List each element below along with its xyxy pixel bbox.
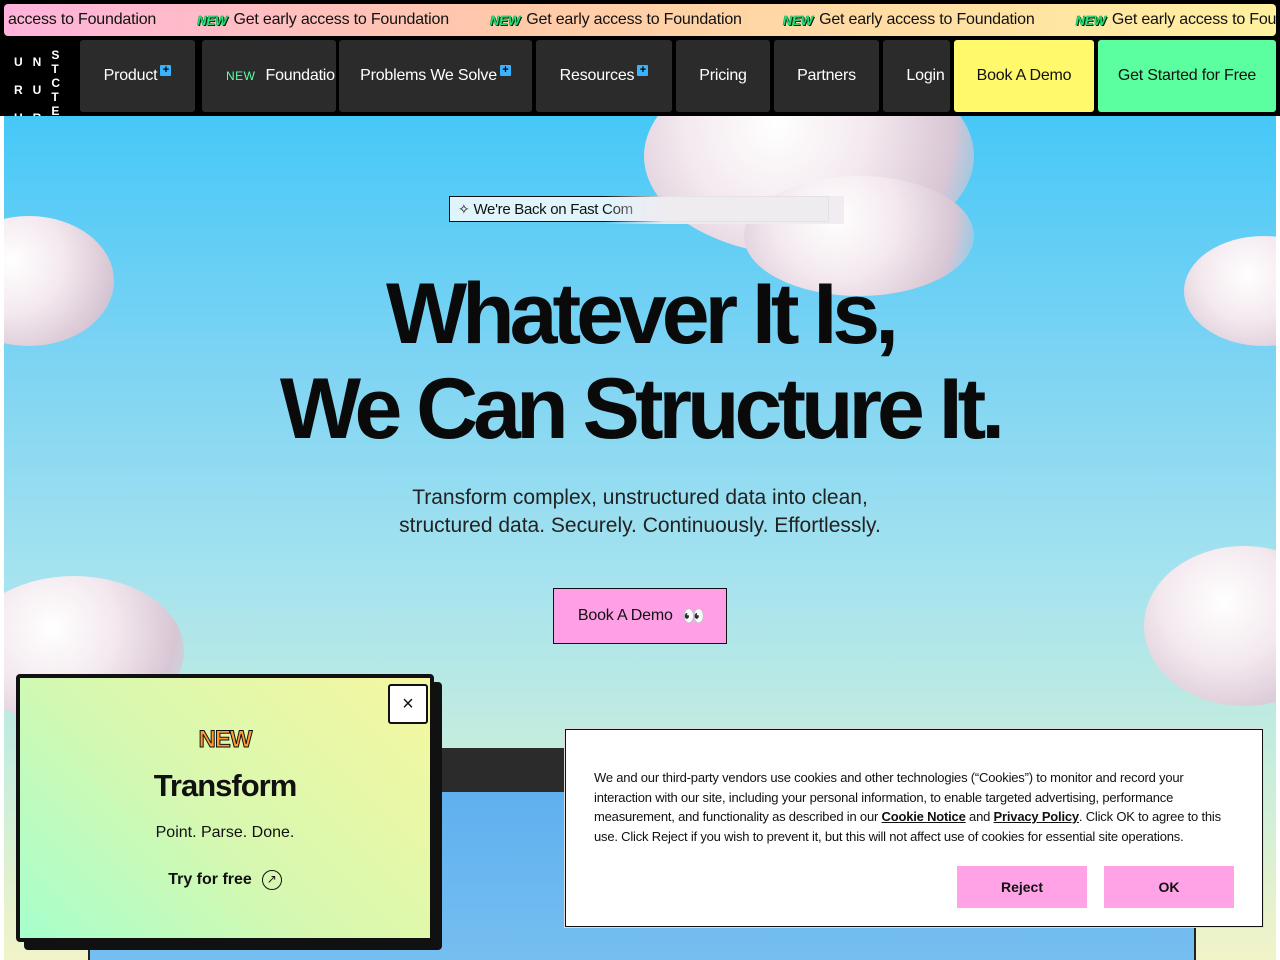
cloud-overlay [604,196,844,224]
logo-letter: R [14,83,25,97]
nav-foundation[interactable]: NEW Foundation [202,40,336,112]
logo-letter: U [32,83,44,97]
cookie-banner: We and our third-party vendors use cooki… [565,729,1263,927]
announcement-ticker[interactable]: access to Foundation NEW Get early access… [0,0,1280,40]
plus-icon: + [637,64,649,76]
logo[interactable]: UNS TRUC TURE D [14,48,70,132]
nav-partners[interactable]: Partners [774,40,879,112]
eyes-icon: 👀 [682,605,705,626]
nav-pricing[interactable]: Pricing [676,40,770,112]
get-started-button[interactable]: Get Started for Free [1098,40,1276,112]
nav-login[interactable]: Login [883,40,950,112]
main-nav: UNS TRUC TURE D Product+ NEWFoundation P… [0,40,1280,132]
cookie-notice-link[interactable]: Cookie Notice [882,809,966,824]
ticker-item[interactable]: NEW Get early access to Foundation [782,11,1035,29]
new-badge: NEW [226,69,256,83]
logo-letter: U [14,55,25,69]
nav-partners-label: Partners [797,67,856,84]
cookie-text-and: and [965,809,994,825]
reject-button[interactable]: Reject [957,866,1087,908]
cloud-image [1144,546,1276,706]
hero-headline-line-1: Whatever It Is, [385,266,899,362]
logo-letter: N [32,55,44,69]
close-icon[interactable]: × [388,684,428,724]
plus-icon: + [499,64,511,76]
nav-product[interactable]: Product + [80,40,195,112]
hero-headline-line-2: We Can Structure It. [279,361,1005,457]
cookie-text: We and our third-party vendors use cooki… [594,768,1234,846]
new-badge: NEW [1075,12,1106,28]
nav-pricing-label: Pricing [699,67,747,84]
ticker-text: Get early access to Foundation [1111,11,1276,28]
promo-new-badge: NEW [198,726,253,754]
transform-promo-card: × NEW Transform Point. Parse. Done. Try … [16,674,434,942]
new-badge: NEW [489,12,521,28]
ticker-item[interactable]: NEW Get early access to Foundation [1075,11,1276,29]
ticker-band[interactable]: access to Foundation NEW Get early access… [4,4,1276,36]
nav-resources[interactable]: Resources + [536,40,672,112]
ticker-item[interactable]: access to Foundation [8,11,156,29]
try-for-free-link[interactable]: Try for free ↗ [20,870,430,890]
hero-cta-label: Book A Demo [577,607,673,624]
privacy-policy-link[interactable]: Privacy Policy [994,809,1080,824]
get-started-label: Get Started for Free [1117,67,1257,84]
nav-login-label: Login [906,67,945,84]
logo-letter: S T [51,48,66,76]
ticker-item[interactable]: NEW Get early access to Foundation [197,11,449,29]
ok-button[interactable]: OK [1104,866,1234,908]
ticker-item[interactable]: NEW Get early access to Foundation [490,11,742,29]
promo-subtitle: Point. Parse. Done. [155,824,295,841]
nav-problems[interactable]: Problems We Solve + [339,40,532,112]
plus-icon: + [160,64,172,76]
nav-resources-label: Resources [559,67,635,84]
ticker-text: access to Foundation [8,11,157,28]
ticker-text: Get early access to Foundation [526,11,742,28]
book-demo-button[interactable]: Book A Demo [954,40,1094,112]
arrow-up-right-icon: ↗ [261,870,282,890]
hero-subheading-line-2: structured data. Securely. Continuously.… [399,514,881,537]
ticker-text: Get early access to Foundation [819,11,1035,28]
hero-subheading-line-1: Transform complex, unstructured data int… [412,486,868,509]
sparkle-icon: ✧ [458,200,470,217]
ticker-text: Get early access to Foundation [233,11,449,28]
nav-problems-label: Problems We Solve [360,67,497,84]
ticker-row: access to Foundation NEW Get early access… [4,4,1276,36]
book-demo-label: Book A Demo [976,67,1072,84]
new-badge: NEW [197,12,228,28]
logo-letter: C T [51,76,67,104]
promo-title: Transform [153,768,298,803]
new-badge: NEW [782,12,814,28]
hero-book-demo-button[interactable]: Book A Demo 👀 [553,588,727,644]
nav-foundation-label: Foundation [265,67,337,84]
try-for-free-label: Try for free [168,871,252,888]
nav-product-label: Product [103,67,158,84]
